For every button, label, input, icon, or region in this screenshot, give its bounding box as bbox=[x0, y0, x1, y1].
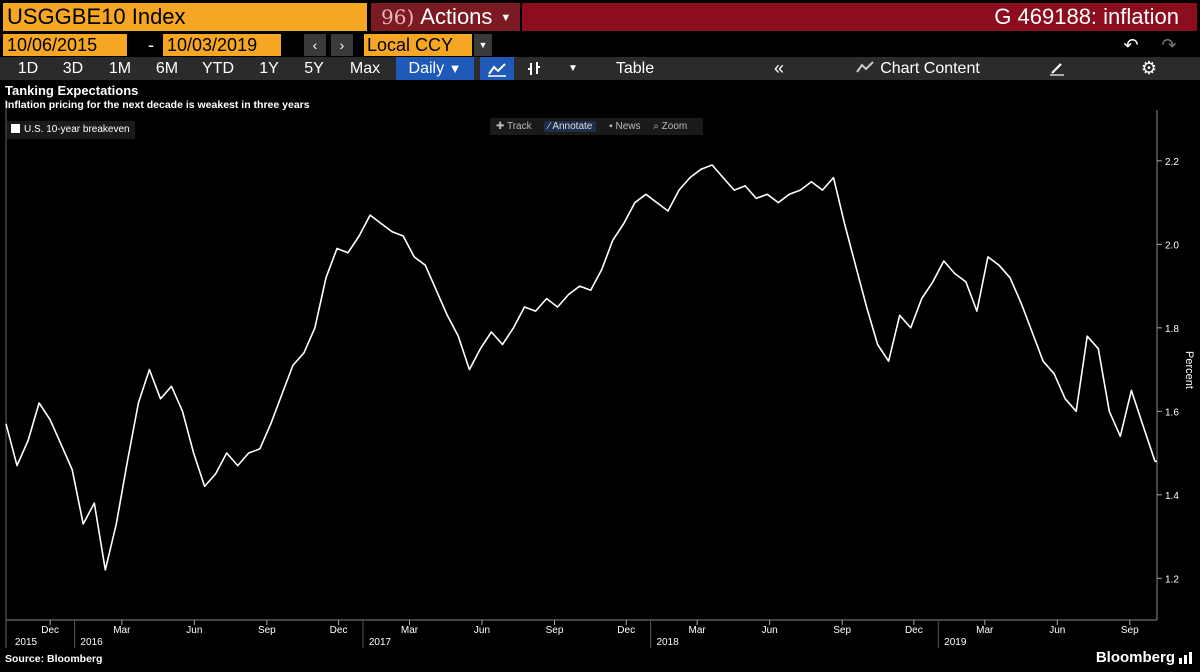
zoom-label: Zoom bbox=[661, 121, 688, 132]
x-tick-label: Mar bbox=[113, 625, 131, 636]
y-tick-label: 2.0 bbox=[1165, 240, 1179, 251]
year-label: 2017 bbox=[369, 637, 392, 648]
x-tick-label: Mar bbox=[976, 625, 994, 636]
track-label: Track bbox=[506, 121, 532, 132]
y-tick-label: 2.2 bbox=[1165, 157, 1179, 168]
x-tick-label: Jun bbox=[474, 625, 490, 636]
news-label: News bbox=[615, 121, 641, 132]
y-tick-label: 1.6 bbox=[1165, 407, 1179, 418]
y-axis-label: Percent bbox=[1183, 351, 1195, 389]
x-tick-label: Dec bbox=[41, 625, 59, 636]
legend-swatch bbox=[11, 124, 20, 133]
annotate-label: Annotate bbox=[552, 121, 593, 132]
x-tick-label: Sep bbox=[833, 625, 851, 636]
x-tick-label: Jun bbox=[762, 625, 778, 636]
year-label: 2018 bbox=[657, 637, 680, 648]
series-line bbox=[5, 164, 1156, 571]
x-tick-label: Jun bbox=[186, 625, 202, 636]
x-tick-label: Dec bbox=[905, 625, 923, 636]
x-tick-label: Jun bbox=[1049, 625, 1065, 636]
year-label: 2015 bbox=[15, 637, 38, 648]
source-note: Source: Bloomberg bbox=[5, 653, 103, 665]
y-tick-label: 1.2 bbox=[1165, 574, 1179, 585]
zoom-tool[interactable]: ⌕ Zoom bbox=[653, 121, 687, 132]
bars-icon bbox=[1179, 652, 1192, 664]
chart-title: Tanking Expectations bbox=[5, 83, 139, 98]
year-label: 2019 bbox=[944, 637, 967, 648]
annotate-tool[interactable]: ∕ Annotate bbox=[544, 121, 597, 132]
chart-tools-bar: ✚ Track ∕ Annotate ▪ News ⌕ Zoom bbox=[490, 118, 704, 135]
x-tick-label: Sep bbox=[1121, 625, 1139, 636]
chart-subtitle: Inflation pricing for the next decade is… bbox=[5, 99, 310, 111]
x-tick-label: Dec bbox=[617, 625, 635, 636]
news-tool[interactable]: ▪ News bbox=[609, 121, 640, 132]
y-tick-label: 1.8 bbox=[1165, 324, 1179, 335]
x-tick-label: Mar bbox=[689, 625, 707, 636]
brand-logo: Bloomberg bbox=[1095, 649, 1175, 666]
year-label: 2016 bbox=[80, 637, 103, 648]
legend-label: U.S. 10-year breakeven bbox=[24, 124, 130, 135]
track-tool[interactable]: ✚ Track bbox=[496, 121, 532, 132]
x-tick-label: Sep bbox=[546, 625, 564, 636]
chart-legend[interactable]: U.S. 10-year breakeven bbox=[7, 121, 135, 139]
x-tick-label: Mar bbox=[401, 625, 419, 636]
x-tick-label: Dec bbox=[330, 625, 348, 636]
y-tick-label: 1.4 bbox=[1165, 491, 1179, 502]
x-tick-label: Sep bbox=[258, 625, 276, 636]
